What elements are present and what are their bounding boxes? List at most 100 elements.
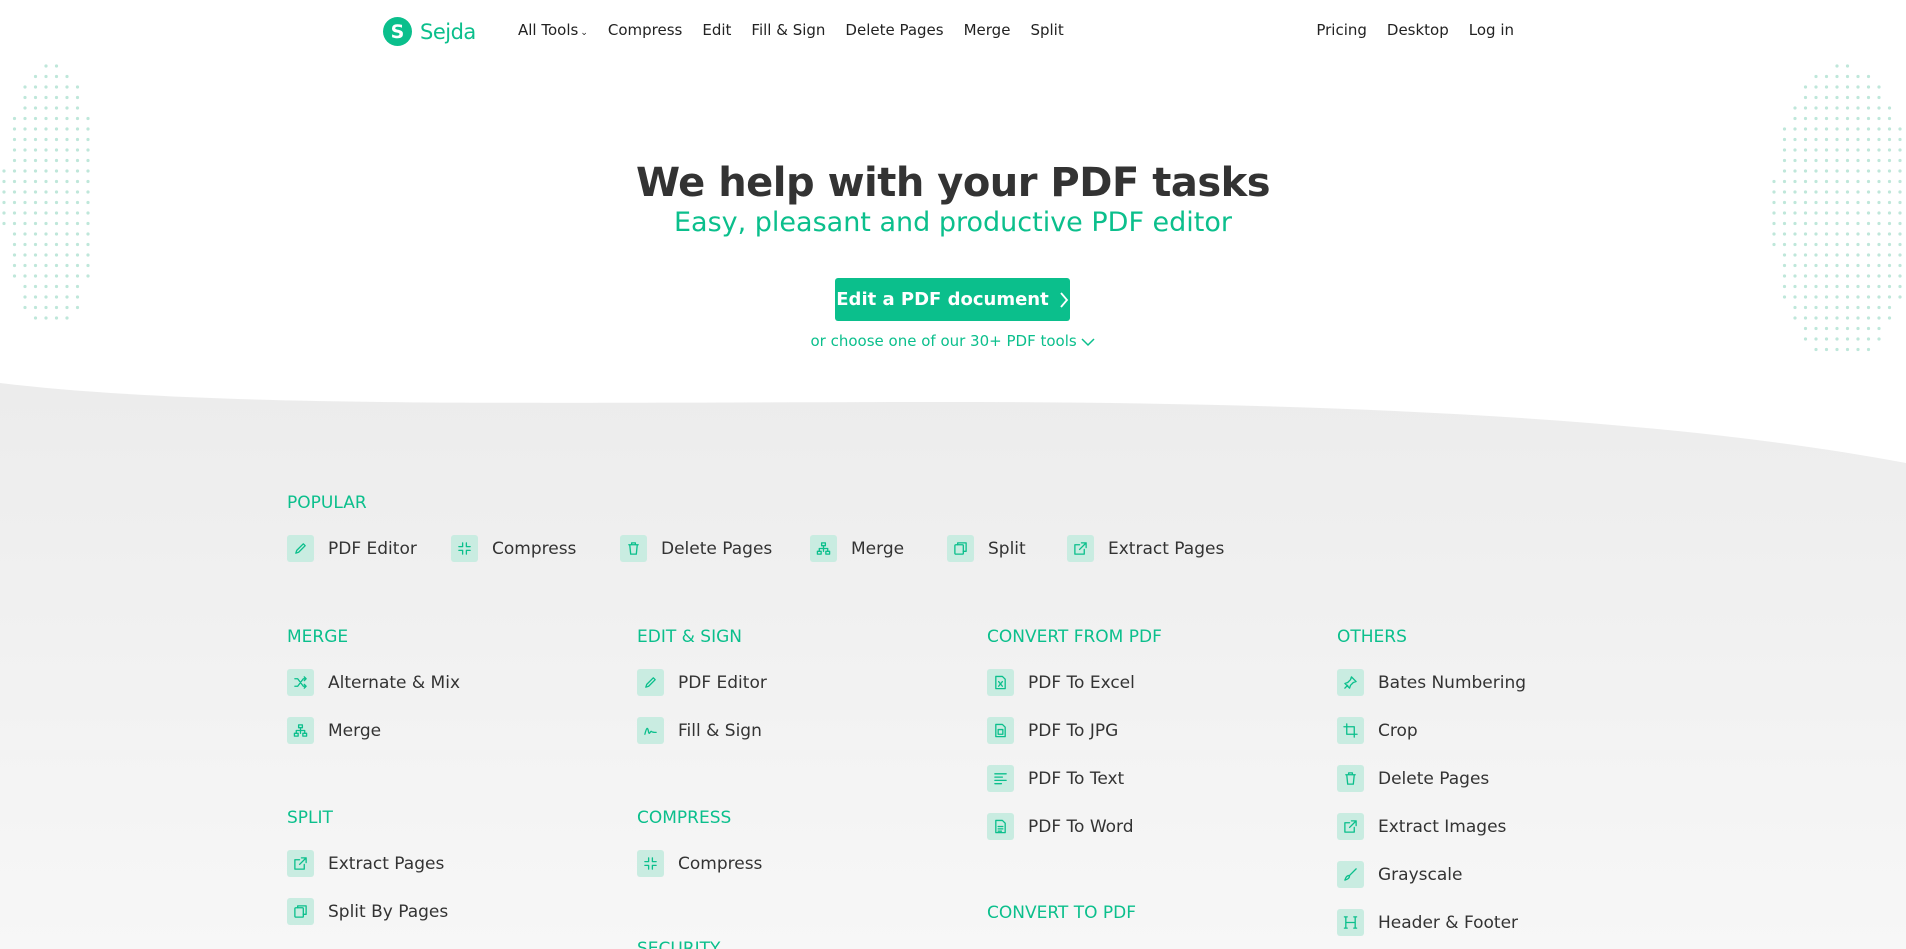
decorative-dot xyxy=(1803,85,1808,89)
tool-pdf-to-text[interactable]: PDF To Text xyxy=(987,765,1124,792)
nav-pricing[interactable]: Pricing xyxy=(1316,21,1367,39)
decorative-dot xyxy=(1856,137,1860,142)
decorative-dot xyxy=(65,253,69,257)
decorative-dot xyxy=(65,137,69,142)
decorative-dot xyxy=(44,148,48,152)
nav-split[interactable]: Split xyxy=(1030,21,1063,39)
decorative-dot xyxy=(1782,274,1787,278)
decorative-dot xyxy=(44,74,48,79)
popular-tool-split[interactable]: Split xyxy=(947,535,1026,562)
edit-pdf-button[interactable]: Edit a PDF document xyxy=(835,278,1070,321)
tool-merge[interactable]: Merge xyxy=(287,717,381,744)
tool-label: Delete Pages xyxy=(661,538,773,559)
decorative-dot xyxy=(86,116,90,121)
tool-extract-pages[interactable]: Extract Pages xyxy=(287,850,444,877)
decorative-dot xyxy=(1845,242,1850,247)
tool-compress[interactable]: Compress xyxy=(637,850,762,877)
decorative-dot xyxy=(65,316,69,320)
decorative-dot xyxy=(1866,127,1871,131)
decorative-dot xyxy=(1824,274,1829,278)
tool-fill-sign[interactable]: Fill & Sign xyxy=(637,717,762,744)
decorative-dot xyxy=(86,274,90,278)
tool-header-footer[interactable]: Header & Footer xyxy=(1337,909,1518,936)
popular-tool-pdf-editor[interactable]: PDF Editor xyxy=(287,535,417,562)
decorative-dot xyxy=(1877,295,1881,299)
decorative-dot xyxy=(1793,242,1797,247)
decorative-dot xyxy=(12,137,17,142)
decorative-dot xyxy=(1877,263,1881,268)
tool-bates-numbering[interactable]: Bates Numbering xyxy=(1337,669,1526,696)
decorative-dot xyxy=(1866,95,1871,100)
decorative-dot xyxy=(1824,305,1829,310)
decorative-dot xyxy=(54,242,59,247)
decorative-dot xyxy=(54,64,59,68)
nav-fill-sign[interactable]: Fill & Sign xyxy=(751,21,825,39)
decorative-dot xyxy=(1814,85,1818,89)
nav-all-tools[interactable]: All Tools ⌄ xyxy=(518,21,588,39)
decorative-dot xyxy=(1877,148,1881,152)
decorative-dot xyxy=(1803,253,1808,257)
decorative-dot xyxy=(65,106,69,110)
decorative-dot xyxy=(1782,253,1787,257)
decorative-dot xyxy=(1814,326,1818,331)
tool-alternate-mix[interactable]: Alternate & Mix xyxy=(287,669,460,696)
decorative-dot xyxy=(1856,127,1860,131)
crop-icon xyxy=(1337,717,1364,744)
decorative-dot xyxy=(1814,284,1818,289)
decorative-dot xyxy=(86,127,90,131)
tool-split-by-pages[interactable]: Split By Pages xyxy=(287,898,448,925)
tool-pdf-to-jpg[interactable]: PDF To JPG xyxy=(987,717,1118,744)
nav-compress[interactable]: Compress xyxy=(608,21,682,39)
decorative-dot xyxy=(54,274,59,278)
decorative-dot xyxy=(1898,137,1902,142)
decorative-dot xyxy=(1814,305,1818,310)
decorative-dot xyxy=(1835,263,1839,268)
decorative-dot xyxy=(54,295,59,299)
decorative-dot xyxy=(1866,106,1871,110)
decorative-dot xyxy=(86,253,90,257)
logo-mark-icon: S xyxy=(383,17,412,46)
section-others: OTHERS xyxy=(1337,627,1407,647)
decorative-dot xyxy=(44,64,48,68)
decorative-dot xyxy=(1845,284,1850,289)
decorative-dot xyxy=(1793,106,1797,110)
text-lines-icon xyxy=(987,765,1014,792)
nav-edit[interactable]: Edit xyxy=(702,21,731,39)
decorative-dot xyxy=(1856,295,1860,299)
sejda-logo[interactable]: S Sejda xyxy=(383,17,476,46)
decorative-dot xyxy=(54,95,59,100)
tool-delete-pages[interactable]: Delete Pages xyxy=(1337,765,1489,792)
tool-grayscale[interactable]: Grayscale xyxy=(1337,861,1462,888)
tool-pdf-editor[interactable]: PDF Editor xyxy=(637,669,767,696)
decorative-dot xyxy=(1845,106,1850,110)
tool-pdf-to-word[interactable]: PDF To Word xyxy=(987,813,1134,840)
decorative-dot xyxy=(44,116,48,121)
decorative-dot xyxy=(1877,253,1881,257)
decorative-dot xyxy=(44,295,48,299)
decorative-dot xyxy=(1856,85,1860,89)
nav-merge[interactable]: Merge xyxy=(964,21,1011,39)
popular-tool-compress[interactable]: Compress xyxy=(451,535,576,562)
decorative-dot xyxy=(1845,95,1850,100)
nav-delete-pages[interactable]: Delete Pages xyxy=(845,21,943,39)
decorative-dot xyxy=(75,85,80,89)
decorative-dot xyxy=(44,242,48,247)
decorative-dot xyxy=(1887,284,1892,289)
nav-log-in[interactable]: Log in xyxy=(1469,21,1514,39)
popular-tool-merge[interactable]: Merge xyxy=(810,535,904,562)
tool-pdf-to-excel[interactable]: PDF To Excel xyxy=(987,669,1135,696)
tools-section-background xyxy=(0,375,1906,949)
tool-crop[interactable]: Crop xyxy=(1337,717,1418,744)
choose-tools-link[interactable]: or choose one of our 30+ PDF tools xyxy=(0,332,1906,350)
decorative-dot xyxy=(75,116,80,121)
tool-extract-images[interactable]: Extract Images xyxy=(1337,813,1506,840)
decorative-dot xyxy=(33,242,38,247)
popular-tool-extract-pages[interactable]: Extract Pages xyxy=(1067,535,1224,562)
decorative-dot xyxy=(1845,127,1850,131)
decorative-dot xyxy=(23,95,27,100)
decorative-dot xyxy=(23,137,27,142)
tool-label: Bates Numbering xyxy=(1378,672,1527,693)
popular-tool-delete-pages[interactable]: Delete Pages xyxy=(620,535,772,562)
nav-desktop[interactable]: Desktop xyxy=(1387,21,1449,39)
decorative-dot xyxy=(54,305,59,310)
